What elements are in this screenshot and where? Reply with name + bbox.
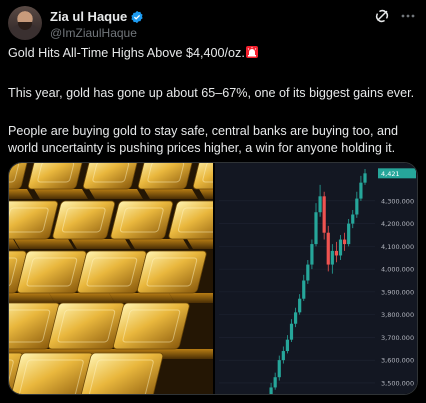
post-text-line-3b: world uncertainty is pushing prices high…: [8, 141, 396, 155]
verified-badge-icon: [131, 10, 143, 23]
grok-icon[interactable]: [374, 8, 390, 24]
more-options-icon[interactable]: [400, 8, 416, 24]
gold-bar: [9, 352, 94, 394]
candle-body: [322, 196, 326, 233]
gold-bar-side: [34, 189, 88, 199]
candle-body: [334, 250, 339, 256]
gold-bar-side: [89, 189, 143, 199]
y-tick-label: 4,200.000: [381, 220, 414, 228]
post-headline: Gold Hits All-Time Highs Above $4,400/oz…: [8, 46, 245, 60]
candle-body: [338, 239, 343, 256]
post-text-paragraph-3: People are buying gold to stay safe, cen…: [8, 123, 418, 157]
candle-body: [330, 250, 334, 265]
gold-bar-side: [109, 293, 175, 303]
candle-body: [359, 182, 363, 199]
candle-body: [318, 196, 322, 213]
candle-body: [273, 377, 277, 388]
candle-body: [314, 212, 318, 245]
siren-icon: [245, 46, 258, 58]
candle-body: [355, 198, 359, 215]
post-text-line-2: This year, gold has gone up about 65–67%…: [8, 86, 415, 100]
candle-body: [306, 264, 310, 281]
post-text-line-3a: People are buying gold to stay safe, cen…: [8, 124, 398, 138]
gold-bar-side: [9, 293, 55, 303]
post-media: 4,300.000 4,200.000 4,100.000 4,000.000 3,90…: [8, 162, 418, 395]
gold-bar: [52, 200, 116, 240]
candle-body: [285, 339, 290, 352]
avatar[interactable]: [8, 6, 42, 40]
post-text-line-1: Gold Hits All-Time Highs Above $4,400/oz…: [8, 45, 418, 62]
current-price-label: 4,421: [381, 170, 400, 178]
gold-bar: [79, 352, 164, 394]
author-handle[interactable]: @ImZiaulHaque: [50, 26, 137, 40]
candle-body: [347, 223, 351, 245]
y-tick-label: 4,000.000: [381, 266, 414, 274]
candle-body: [342, 239, 347, 245]
header-actions: [374, 8, 416, 24]
y-tick-label: 4,300.000: [381, 197, 414, 205]
candle-body: [277, 360, 281, 378]
author-name-row: Zia ul Haque: [50, 9, 144, 24]
gold-bar: [137, 163, 194, 190]
gold-bar-side: [71, 239, 131, 249]
y-tick-label: 4,100.000: [381, 243, 414, 251]
gold-bar-side: [144, 189, 198, 199]
y-tick-label: 3,600.000: [381, 357, 414, 365]
gold-bar: [17, 250, 87, 294]
candle-body: [289, 323, 294, 340]
gold-bar-side: [14, 239, 74, 249]
y-tick-label: 3,900.000: [381, 288, 414, 296]
gold-bar-side: [159, 349, 213, 359]
post-header: Zia ul Haque @ImZiaulHaque: [8, 6, 418, 42]
gold-bar: [137, 250, 207, 294]
gold-bars-illustration: [9, 163, 213, 394]
gold-bar: [27, 163, 84, 190]
candle-body: [302, 280, 306, 299]
gold-bar: [82, 163, 139, 190]
gold-bar: [110, 200, 174, 240]
y-tick-label: 3,800.000: [381, 311, 414, 319]
gold-price-chart[interactable]: 4,300.000 4,200.000 4,100.000 4,000.000 3,90…: [213, 163, 417, 394]
gold-bar-side: [49, 293, 115, 303]
y-tick-label: 3,500.000: [381, 379, 414, 387]
gold-bar: [77, 250, 147, 294]
author-name[interactable]: Zia ul Haque: [50, 9, 127, 24]
candle-body: [293, 312, 298, 324]
candle-body: [281, 351, 285, 361]
gold-bar-side: [169, 293, 213, 303]
candle-body: [351, 214, 355, 224]
candle-body: [363, 173, 367, 183]
gold-bars-photo[interactable]: [9, 163, 213, 394]
post-card: Zia ul Haque @ImZiaulHaque Gold Hits All…: [0, 0, 426, 403]
candle-body: [269, 387, 273, 394]
y-tick-label: 3,700.000: [381, 334, 414, 342]
candle-body: [326, 232, 330, 265]
candle-body: [310, 244, 314, 265]
gold-bar-side: [129, 239, 189, 249]
candle-body: [298, 298, 302, 313]
candlestick-chart-svg: 4,300.000 4,200.000 4,100.000 4,000.000 3,90…: [219, 168, 416, 394]
